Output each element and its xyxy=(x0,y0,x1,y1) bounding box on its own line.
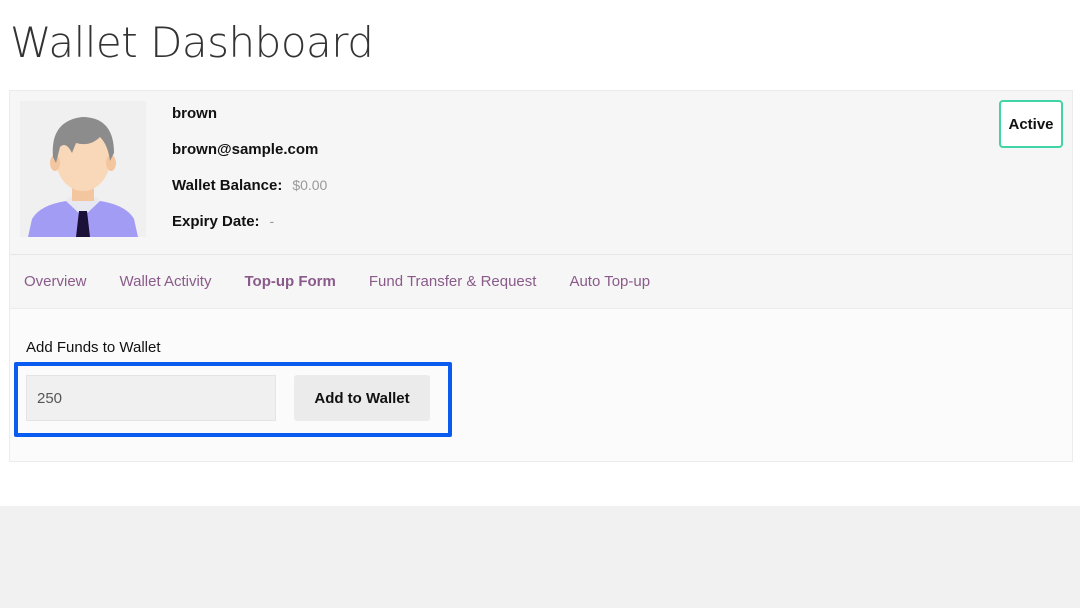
status-badge: Active xyxy=(999,100,1063,148)
footer-band xyxy=(0,506,1080,608)
tab-topup-form[interactable]: Top-up Form xyxy=(244,273,335,290)
topup-form: Add Funds to Wallet Add to Wallet xyxy=(10,308,1072,461)
avatar xyxy=(20,101,146,237)
tab-fund-transfer-request[interactable]: Fund Transfer & Request xyxy=(369,273,537,290)
user-name: brown xyxy=(172,105,217,122)
wallet-card: brown brown@sample.com Wallet Balance: $0… xyxy=(9,90,1073,462)
expiry-date-label: Expiry Date: xyxy=(172,213,260,230)
user-email: brown@sample.com xyxy=(172,141,319,158)
tab-overview[interactable]: Overview xyxy=(24,273,87,290)
wallet-balance-value: $0.00 xyxy=(292,177,328,193)
expiry-date-row: Expiry Date: - xyxy=(172,213,274,230)
amount-input[interactable] xyxy=(26,375,276,421)
wallet-balance-label: Wallet Balance: xyxy=(172,177,283,194)
wallet-tabs: Overview Wallet Activity Top-up Form Fun… xyxy=(10,254,1072,308)
add-to-wallet-button[interactable]: Add to Wallet xyxy=(294,375,430,421)
wallet-balance-row: Wallet Balance: $0.00 xyxy=(172,177,327,194)
tab-auto-topup[interactable]: Auto Top-up xyxy=(569,273,650,290)
page-title: Wallet Dashboard xyxy=(10,18,374,67)
add-funds-label: Add Funds to Wallet xyxy=(26,339,161,356)
expiry-date-value: - xyxy=(269,213,275,229)
tab-wallet-activity[interactable]: Wallet Activity xyxy=(120,273,212,290)
